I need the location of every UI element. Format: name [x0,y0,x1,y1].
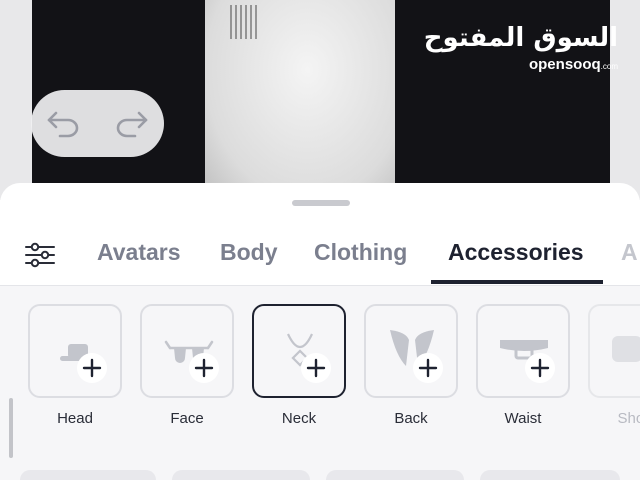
opensooq-watermark: السوق المفتوح opensooq.com [424,22,618,73]
subcategory-shoulder[interactable]: Shou [586,304,640,427]
item-grid-top [0,470,640,480]
item-thumbnail[interactable] [480,470,620,480]
add-icon [77,353,107,383]
subcategory-back[interactable]: Back [362,304,460,427]
undo-button[interactable] [42,102,86,146]
tab-accessories[interactable]: Accessories [448,239,584,266]
subcategory-label: Waist [504,410,542,427]
tab-clothing[interactable]: Clothing [314,239,407,266]
active-tab-indicator [431,280,603,284]
subcategory-waist[interactable]: Waist [474,304,572,427]
subcategory-label: Back [394,410,428,427]
subcategory-label: Neck [281,410,317,427]
item-thumbnail[interactable] [326,470,464,480]
watermark-arabic: السوق المفتوح [423,23,618,53]
subcategory-tile [252,304,346,398]
watermark-domain: opensooq.com [528,56,618,73]
redo-icon [116,111,148,137]
tab-next-partial[interactable]: A [621,239,638,266]
filter-icon[interactable] [24,239,56,271]
subcategory-label: Shou [617,410,640,427]
category-tab-bar: Avatars Body Clothing Accessories A [0,231,640,284]
tab-avatars[interactable]: Avatars [97,239,181,266]
add-icon [189,353,219,383]
customize-sheet: Avatars Body Clothing Accessories A Head [0,183,640,480]
tab-body[interactable]: Body [220,239,278,266]
subcategory-face[interactable]: Face [138,304,236,427]
subcategory-tile [28,304,122,398]
add-icon [525,353,555,383]
subcategory-row: Head Face Neck Back Waist Sh [0,286,640,480]
item-thumbnail[interactable] [172,470,310,480]
subcategory-tile [140,304,234,398]
subcategory-head[interactable]: Head [26,304,124,427]
undo-icon [47,111,79,137]
undo-redo-pill [31,90,164,157]
subcategory-tile [588,304,640,398]
shirt-print [230,5,258,39]
subcategory-tile [476,304,570,398]
sheet-drag-handle[interactable] [292,200,350,206]
scroll-indicator[interactable] [9,398,13,458]
redo-button[interactable] [109,102,153,146]
add-icon [301,353,331,383]
item-thumbnail[interactable] [20,470,156,480]
shoulder-icon [612,336,640,362]
subcategory-neck[interactable]: Neck [250,304,348,427]
subcategory-label: Head [57,410,93,427]
subcategory-tile [364,304,458,398]
add-icon [413,353,443,383]
subcategory-label: Face [170,410,204,427]
